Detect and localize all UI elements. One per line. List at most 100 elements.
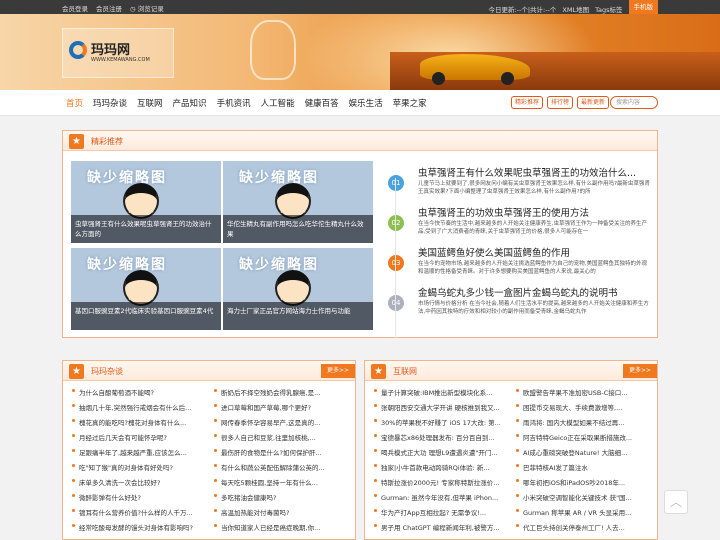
list-item[interactable]: AI成心重磅突破登Nature! 大脑细... xyxy=(515,447,651,457)
nav-item[interactable]: 娱乐生活 xyxy=(349,97,383,109)
list-item[interactable]: 高温加热能对付毒菌吗? xyxy=(213,507,349,517)
list-item[interactable]: 网传春季怀孕容易早产,这是真的... xyxy=(213,417,349,427)
nav-item[interactable]: 手机资讯 xyxy=(217,97,251,109)
list-item[interactable]: 经常吃酸母发酵的馒头对身体有影响吗? xyxy=(71,522,209,532)
site-logo[interactable]: 玛玛网 WWW.KEMAWANG.COM xyxy=(62,28,174,78)
nav-item[interactable]: 产品知识 xyxy=(173,97,207,109)
mobile-link[interactable]: 手机版 xyxy=(628,0,658,14)
list-item[interactable]: 每天吃5颗桂圆,坚持一年有什么... xyxy=(213,477,349,487)
list-item[interactable]: 微醉影弹有什么好处? xyxy=(71,492,209,502)
thumb-placeholder-text: 缺少缩略图 xyxy=(87,257,167,273)
list-item[interactable]: 宝德暴芯x86处理器发布: 百分百自到... xyxy=(373,432,511,442)
nav-item[interactable]: 人工智能 xyxy=(261,97,295,109)
hand-graphic xyxy=(250,20,296,80)
item-desc: 市场行情与价格分析 在当今社会,随着人们生活水平的提高,越来越多的人开始关注健康… xyxy=(418,301,649,315)
nav-item[interactable]: 互联网 xyxy=(137,97,163,109)
list-item[interactable]: 30%的苹果税不好赚了 iOS 17大改: 第... xyxy=(373,417,511,427)
thumb-caption: 虫草强肾王有什么效果呢虫草强肾王的功效治什么方面的 xyxy=(71,215,221,243)
main-nav: 首页 玛玛杂谈 互联网 产品知识 手机资讯 人工智能 健康百答 娱乐生活 苹果之家 精彩推荐 排… xyxy=(0,90,720,116)
featured-header: ★ 精彩推荐 xyxy=(63,131,657,151)
list-item[interactable]: 吃"知了猴"真的对身体有好处吗? xyxy=(71,462,209,472)
nav-item[interactable]: 玛玛杂谈 xyxy=(93,97,127,109)
cartoon-face-icon xyxy=(123,270,159,306)
item-number-badge: 03 xyxy=(388,255,404,271)
list-item[interactable]: 小米突破空调智能化关键技术 获"国... xyxy=(515,492,651,502)
xml-map-link[interactable]: XML地图 xyxy=(562,4,589,14)
list-item[interactable]: 欧盟警告苹果不准加密USB-C接口... xyxy=(515,387,651,397)
item-title[interactable]: 美国蓝鳄鱼好使么美国蓝鳄鱼的作用 xyxy=(418,245,650,259)
update-count: 今日更新:--个|共计:--个 xyxy=(488,5,557,14)
list-item[interactable]: 镀耳有什么营养价值?什么样的人千万... xyxy=(71,507,209,517)
featured-thumb[interactable]: 缺少缩略图 基因口服豌豆素2代临床实验基因口服豌豆素4代 xyxy=(71,248,221,330)
list-item[interactable]: 当你知道家人已经是癌症晚期,你... xyxy=(213,522,349,532)
list-item[interactable]: 喝兵模式正大功 理想L9遭遇炎遭"开门... xyxy=(373,447,511,457)
list-item[interactable]: 华为产打App互相拉起? 无需争议!... xyxy=(373,507,511,517)
list-item[interactable]: 有什么和蔬公英配伍解除蒲公英的... xyxy=(213,462,349,472)
list-item[interactable]: Gurman: 虽然今年没有,但苹果 iPhon... xyxy=(373,492,511,502)
nav-item[interactable]: 苹果之家 xyxy=(393,97,427,109)
talk-header: ★ 玛玛杂谈 更多>> xyxy=(63,361,355,381)
internet-more-link[interactable]: 更多>> xyxy=(622,364,657,378)
item-number-badge: 02 xyxy=(388,215,404,231)
item-title[interactable]: 虫草强肾王有什么效果呢虫草强肾王的功效治什么... xyxy=(418,165,650,179)
list-item[interactable]: Gurman 称苹果 AR / VR 头显采用... xyxy=(515,507,651,517)
list-item[interactable]: 断奶后不择空残奶会得乳腺癌,是... xyxy=(213,387,349,397)
history-label: 浏览记录 xyxy=(137,5,164,13)
item-desc: 在当今快节奏的生活中,越来越多的人开始关注健康养生,虫草强肾王作为一种备受关注的… xyxy=(418,221,647,235)
header-banner: 玛玛网 WWW.KEMAWANG.COM xyxy=(0,14,720,90)
item-title[interactable]: 金蝎乌蛇丸多少钱一盒图片金蝎乌蛇丸的说明书 xyxy=(418,285,650,299)
star-icon: ★ xyxy=(371,364,386,379)
item-desc: 儿童节马上就要到了,很多网友问小编有关虫草强肾王效果怎么样,有什么副作用吗?最新… xyxy=(418,181,650,195)
list-item[interactable]: 哪年初把iOS和iPadOS吵2018年... xyxy=(515,477,651,487)
list-item[interactable]: 多吃猪油会健康吗? xyxy=(213,492,349,502)
list-item[interactable]: 槐花真的能吃吗?槐花对身体有什么... xyxy=(71,417,209,427)
list-item[interactable]: 床单多久清洗一次会比较好? xyxy=(71,477,209,487)
logo-url: WWW.KEMAWANG.COM xyxy=(91,57,150,63)
list-item[interactable]: 巴菲特核AI发了篇注水 xyxy=(515,462,651,472)
list-item[interactable]: 雨鸿将: 国内大模型如果不结过再... xyxy=(515,417,651,427)
login-link[interactable]: 会员登录 xyxy=(62,3,88,13)
tags-link[interactable]: Tags标签 xyxy=(595,4,622,14)
nav-item[interactable]: 健康百答 xyxy=(305,97,339,109)
featured-thumb[interactable]: 缺少缩略图 虫草强肾王有什么效果呢虫草强肾王的功效治什么方面的 xyxy=(71,161,221,243)
list-item[interactable]: 特斯拉涨价2000元! 专家称特斯拉涨价... xyxy=(373,477,511,487)
list-item[interactable]: 月经过后几天会有可能怀孕呢? xyxy=(71,432,209,442)
list-item[interactable]: 足跟痛半年了,越来越严重,应该怎么... xyxy=(71,447,209,457)
latest-button[interactable]: 最新更新 xyxy=(577,96,610,109)
internet-title: 互联网 xyxy=(393,367,417,376)
list-item[interactable]: 代工巨头持创关停泰州工厂! 人去... xyxy=(515,522,651,532)
list-item[interactable]: 最伤肝的食物是什么?如何保护肝... xyxy=(213,447,349,457)
star-icon: ★ xyxy=(69,134,84,149)
logo-name: 玛玛网 xyxy=(91,43,131,58)
history-icon: ◷ xyxy=(130,5,136,13)
list-item[interactable]: 独家|小牛首款电动跨骑RQi体验: 新... xyxy=(373,462,511,472)
featured-thumb[interactable]: 缺少缩略图 华佗生精丸有副作用吗怎么吃华佗生精丸什么效果 xyxy=(223,161,373,243)
thumb-placeholder-text: 缺少缩略图 xyxy=(239,257,319,273)
featured-section: ★ 精彩推荐 缺少缩略图 虫草强肾王有什么效果呢虫草强肾王的功效治什么方面的 缺少缩… xyxy=(62,130,658,338)
list-item[interactable]: 量子计算突破:IBM推出新型模块化系... xyxy=(373,387,511,397)
featured-thumb[interactable]: 缺少缩略图海力士厂家正品官方网站海力士作用与功能 xyxy=(223,248,373,330)
list-item[interactable]: 男子用 ChatGPT 编程新闻年利,被警方... xyxy=(373,522,511,532)
talk-more-link[interactable]: 更多>> xyxy=(320,364,355,378)
list-item[interactable]: 很多人自己和豆浆,往里加核桃,... xyxy=(213,432,349,442)
search-input[interactable]: 搜索内容 xyxy=(610,96,658,109)
item-title[interactable]: 虫草强肾王的功效虫草强肾王的使用方法 xyxy=(418,205,650,219)
recommend-button[interactable]: 精彩推荐 xyxy=(511,96,544,109)
item-desc: 在当今的宠物市场,越来越多的人开始关注挑选蓝鳄鱼作为自己的宠物,美国蓝鳄鱼其独特… xyxy=(418,261,647,275)
nav-item[interactable]: 首页 xyxy=(66,97,83,109)
list-item[interactable]: 抽烟几十年,突然强行戒烟会有什么后... xyxy=(71,402,209,412)
rank-button[interactable]: 排行榜 xyxy=(547,96,574,109)
timeline-line xyxy=(395,178,396,338)
list-item[interactable]: 张朝阳西安交通大学开讲 硬核推到我又... xyxy=(373,402,511,412)
history-link[interactable]: ◷ 浏览记录 xyxy=(130,3,164,13)
list-item[interactable]: 为什么自酿葡萄酒不能喝? xyxy=(71,387,209,397)
list-item[interactable]: 阿吉特特Geico正在采取果断措施改... xyxy=(515,432,651,442)
list-item[interactable]: 困提币交易现大、手续费激增等,... xyxy=(515,402,651,412)
star-icon: ★ xyxy=(69,364,84,379)
cartoon-face-icon xyxy=(275,183,311,219)
back-to-top-button[interactable]: ︿ xyxy=(664,490,688,514)
register-link[interactable]: 会员注册 xyxy=(96,3,122,13)
talk-title: 玛玛杂谈 xyxy=(91,367,123,376)
list-item[interactable]: 进口草莓和国产草莓,哪个更好? xyxy=(213,402,349,412)
thumb-caption: 海力士厂家正品官方网站海力士作用与功能 xyxy=(223,302,373,330)
